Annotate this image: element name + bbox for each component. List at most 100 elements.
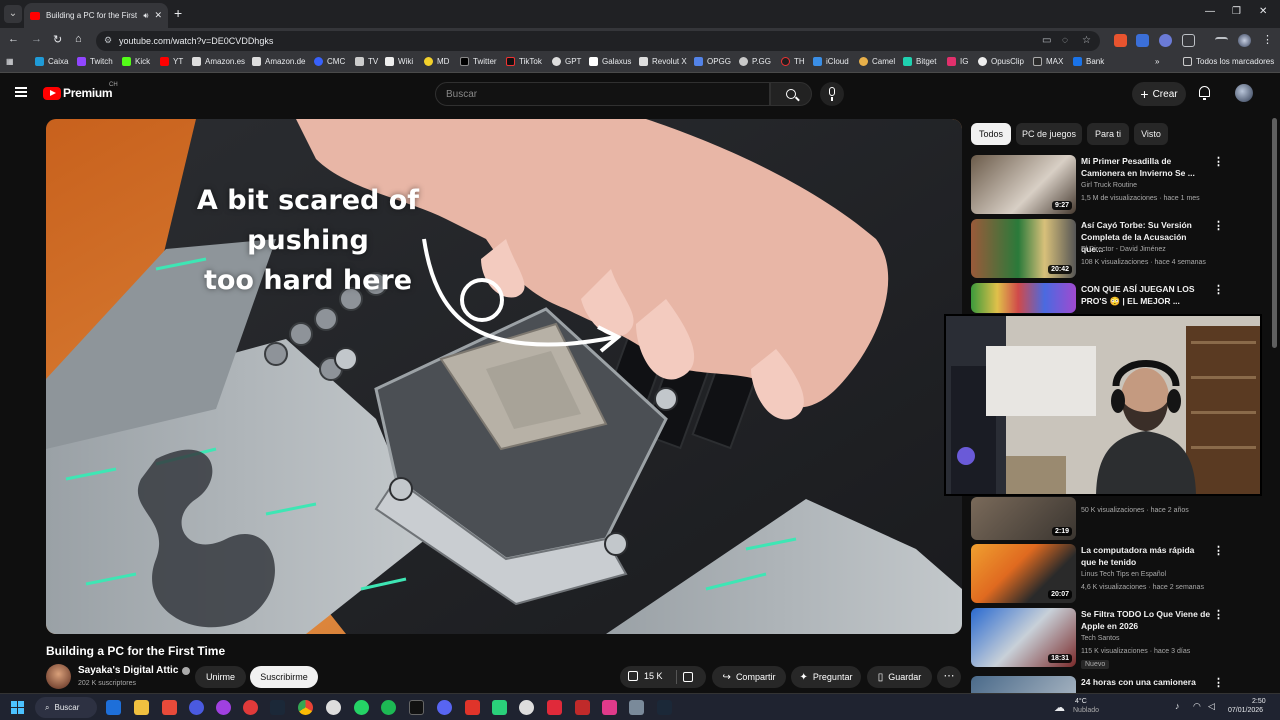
brand-label[interactable]: Premium <box>63 86 113 100</box>
bookmark-item[interactable]: Twitter <box>460 57 497 66</box>
recommended-video[interactable]: 9:27 Mi Primer Pesadilla de Camionera en… <box>971 155 1224 215</box>
bookmark-item[interactable]: TH <box>781 57 805 66</box>
bookmark-item[interactable]: OpusClip <box>978 57 1024 66</box>
more-bookmarks-icon[interactable]: » <box>1155 57 1159 66</box>
recommended-video[interactable]: 24 horas con una camionera ⋮ <box>971 676 1221 693</box>
kebab-menu-icon[interactable]: ⋮ <box>1213 283 1224 296</box>
bookmark-item[interactable]: TV <box>355 57 378 66</box>
search-button[interactable] <box>770 82 812 106</box>
app-icon[interactable] <box>189 700 204 715</box>
extensions-puzzle-icon[interactable] <box>1182 34 1195 47</box>
subscribe-button[interactable]: Suscribirme <box>250 666 318 688</box>
share-button[interactable]: ↪ Compartir <box>712 666 786 688</box>
bookmark-item[interactable]: MD <box>424 57 449 66</box>
spotify-icon[interactable] <box>381 700 396 715</box>
notifications-bell-icon[interactable] <box>1199 86 1210 100</box>
cast-icon[interactable]: ▭ <box>1042 35 1051 46</box>
bookmark-item[interactable]: OPGG <box>694 57 731 66</box>
tiktok-icon[interactable] <box>409 700 424 715</box>
clock-date[interactable]: 07/01/2026 <box>1228 707 1263 714</box>
browser-tab[interactable]: Building a PC for the First T 🔊︎ ✕ <box>24 3 168 28</box>
channel-name[interactable]: Sayaka's Digital Attic <box>78 665 191 676</box>
reload-icon[interactable]: ↻ <box>53 33 62 46</box>
kebab-menu-icon[interactable]: ⋮ <box>1213 155 1224 168</box>
bookmark-item[interactable]: YT <box>160 57 183 66</box>
bookmark-item[interactable]: Twitch <box>77 57 113 66</box>
recommended-video[interactable]: CON QUE ASÍ JUEGAN LOS PRO'S 😳 | EL MEJO… <box>971 283 1224 313</box>
chip-pc-de-juegos[interactable]: PC de juegos <box>1016 123 1082 145</box>
chip-visto[interactable]: Visto <box>1134 123 1168 145</box>
recommended-video[interactable]: 18:31 Se Filtra TODO Lo Que Viene de App… <box>971 608 1224 669</box>
chip-para-ti[interactable]: Para ti <box>1087 123 1129 145</box>
bookmark-item[interactable]: Amazon.de <box>252 57 305 66</box>
tab-search-button[interactable]: ⌄ <box>4 5 22 23</box>
forward-icon[interactable]: → <box>31 33 42 45</box>
taskbar-search[interactable]: ⌕ Buscar <box>35 697 97 718</box>
channel-avatar[interactable] <box>46 664 71 689</box>
chip-todos[interactable]: Todos <box>971 123 1011 145</box>
voice-search-button[interactable] <box>820 82 844 106</box>
acrobat-icon[interactable] <box>465 700 480 715</box>
bookmark-star-icon[interactable]: ☆ <box>1082 35 1091 46</box>
file-explorer-icon[interactable] <box>134 700 149 715</box>
bookmark-item[interactable]: GPT <box>552 57 581 66</box>
back-icon[interactable]: ← <box>8 33 19 45</box>
kebab-menu-icon[interactable]: ⋮ <box>1213 676 1221 689</box>
maximize-icon[interactable]: ❐ <box>1232 6 1241 17</box>
bookmark-item[interactable]: MAX <box>1033 57 1063 66</box>
menu-icon[interactable] <box>15 87 27 97</box>
app-icon[interactable] <box>602 700 617 715</box>
thumbs-down-icon[interactable] <box>683 672 693 682</box>
whatsapp-icon[interactable] <box>354 700 369 715</box>
bookmark-item[interactable]: TikTok <box>506 57 542 66</box>
bookmark-item[interactable]: Bank <box>1073 57 1104 66</box>
bookmark-item[interactable]: Amazon.es <box>192 57 245 66</box>
account-avatar[interactable] <box>1235 84 1253 102</box>
bookmark-item[interactable]: Bitget <box>903 57 936 66</box>
new-tab-icon[interactable]: + <box>174 5 182 21</box>
like-button[interactable]: 15 K <box>628 671 663 681</box>
microphone-icon[interactable]: ♪ <box>1175 701 1180 711</box>
save-button[interactable]: ▯ Guardar <box>867 666 932 688</box>
reading-list-icon[interactable] <box>1215 37 1228 45</box>
discord-icon[interactable] <box>437 700 452 715</box>
youtube-logo-icon[interactable] <box>43 87 61 100</box>
steam-icon[interactable] <box>657 700 672 715</box>
clock-time[interactable]: 2:50 <box>1252 698 1266 705</box>
ask-button[interactable]: ✦ Preguntar <box>791 666 861 688</box>
bookmark-item[interactable]: CMC <box>314 57 345 66</box>
kebab-menu-icon[interactable]: ⋮ <box>1213 608 1224 621</box>
video-player[interactable]: A bit scared of pushing too hard here <box>46 119 962 634</box>
minimize-icon[interactable]: — <box>1205 6 1215 17</box>
volume-icon[interactable]: ◁ <box>1208 701 1215 712</box>
app-icon[interactable] <box>547 700 562 715</box>
steam-icon[interactable] <box>270 700 285 715</box>
eye-off-icon[interactable]: ◌ <box>1062 35 1068 46</box>
recommended-video[interactable]: 20:07 La computadora más rápida que he t… <box>971 544 1224 604</box>
app-icon[interactable] <box>162 700 177 715</box>
kebab-menu-icon[interactable]: ⋮ <box>1213 219 1224 232</box>
windows-start-icon[interactable] <box>11 701 24 714</box>
task-view-icon[interactable] <box>106 700 121 715</box>
app-icon[interactable] <box>519 700 534 715</box>
extension-icon[interactable] <box>1136 34 1149 47</box>
extension-icon[interactable] <box>1159 34 1172 47</box>
weather-cloud-icon[interactable]: ☁ <box>1054 701 1065 714</box>
bookmark-item[interactable]: iCloud <box>813 57 849 66</box>
search-input[interactable]: Buscar <box>435 82 770 106</box>
bookmark-item[interactable]: Caixa <box>35 57 68 66</box>
apps-grid-icon[interactable]: ▦ <box>6 57 14 66</box>
kebab-menu-icon[interactable]: ⋮ <box>1213 544 1224 557</box>
recommended-video[interactable]: 20:42 Así Cayó Torbe: Su Versión Complet… <box>971 219 1224 279</box>
more-actions-icon[interactable]: ⋯ <box>937 666 961 688</box>
chatgpt-icon[interactable] <box>326 700 341 715</box>
app-icon[interactable] <box>575 700 590 715</box>
extension-icon[interactable] <box>1114 34 1127 47</box>
app-icon[interactable] <box>243 700 258 715</box>
speaker-icon[interactable]: 🔊︎ <box>143 11 148 21</box>
bookmark-item[interactable]: Revolut X <box>639 57 687 66</box>
bookmark-item[interactable]: Kick <box>122 57 150 66</box>
browser-menu-icon[interactable]: ⋮ <box>1262 33 1273 46</box>
home-icon[interactable]: ⌂ <box>75 33 82 45</box>
join-button[interactable]: Unirme <box>195 666 246 688</box>
